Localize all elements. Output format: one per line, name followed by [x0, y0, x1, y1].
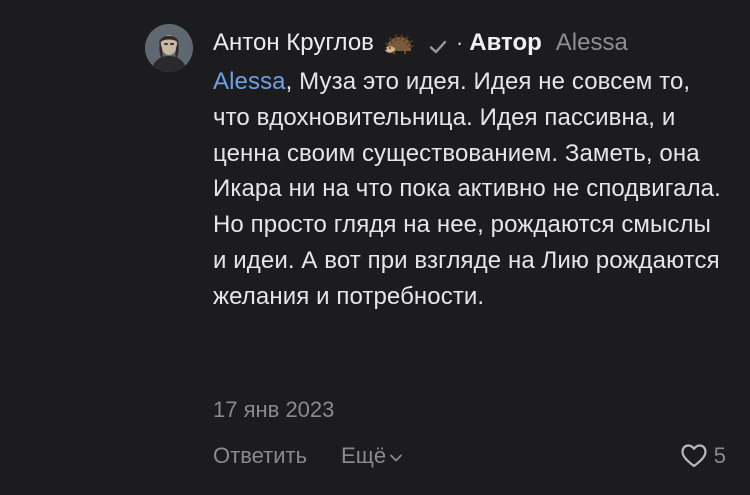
separator-dot: ·: [455, 30, 464, 55]
comment-header: Антон Круглов · Автор Alessa: [213, 26, 628, 60]
comment: Антон Круглов · Автор Alessa Alessa, Муз…: [0, 0, 750, 495]
chevron-down-icon: [390, 454, 402, 461]
comment-actions: Ответить Ещё: [213, 440, 403, 472]
mention-link[interactable]: Alessa: [213, 68, 286, 95]
checkmark-icon: [428, 33, 448, 54]
reply-to-name[interactable]: Alessa: [556, 26, 628, 60]
like-count: 5: [713, 443, 726, 468]
like-button[interactable]: 5: [680, 440, 726, 472]
author-name[interactable]: Антон Круглов: [213, 26, 374, 60]
comment-body: , Муза это идея. Идея не совсем то, что …: [213, 68, 721, 310]
comment-date: 17 янв 2023: [213, 397, 335, 422]
comment-text: Alessa, Муза это идея. Идея не совсем то…: [213, 64, 723, 315]
reply-button[interactable]: Ответить: [213, 440, 307, 472]
avatar[interactable]: [145, 24, 193, 72]
more-button[interactable]: Ещё: [341, 440, 403, 472]
heart-icon: [681, 444, 707, 468]
avatar-image: [145, 24, 193, 72]
author-role-badge: Автор: [469, 29, 542, 56]
more-label: Ещё: [341, 443, 387, 468]
hedgehog-icon: [384, 32, 414, 54]
